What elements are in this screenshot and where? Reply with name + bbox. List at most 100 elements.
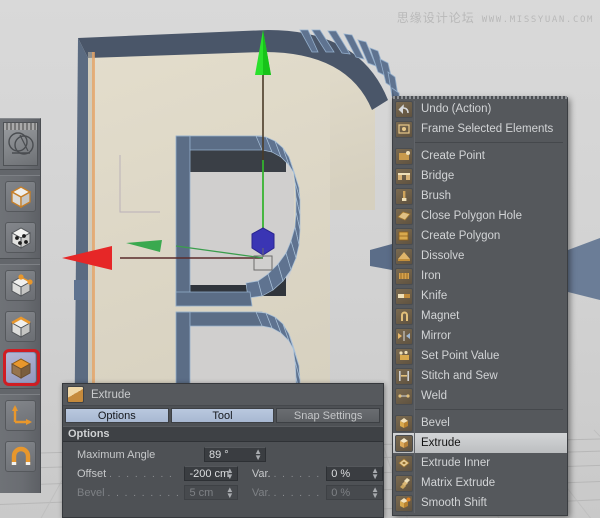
- menu-item-label: Brush: [421, 190, 452, 202]
- bridge-icon: [395, 167, 413, 185]
- palette-item-polygons-mode[interactable]: [0, 347, 41, 388]
- undo-icon: [395, 100, 413, 118]
- palette-item-model-mode[interactable]: [0, 176, 41, 217]
- menu-item-label: Frame Selected Elements: [421, 123, 554, 135]
- cube-orange-icon: [5, 181, 36, 212]
- menu-item-label: Weld: [421, 390, 447, 402]
- menu-item-label: Close Polygon Hole: [421, 210, 523, 222]
- offset-input[interactable]: -200 cm ▲ ▼: [184, 466, 238, 481]
- mode-palette[interactable]: [0, 118, 41, 493]
- smooth-shift-icon: [395, 494, 413, 512]
- palette-separator-2: [0, 258, 40, 265]
- spinner-icon[interactable]: ▲ ▼: [371, 467, 379, 481]
- menu-item-create-point[interactable]: Create Point: [393, 146, 567, 166]
- menu-separator-1: [415, 142, 563, 143]
- menu-item-magnet[interactable]: Magnet: [393, 306, 567, 326]
- menu-item-label: Extrude Inner: [421, 457, 491, 469]
- menu-item-knife[interactable]: Knife: [393, 286, 567, 306]
- menu-item-label: Smooth Shift: [421, 497, 487, 509]
- field-value: -200 cm: [189, 467, 230, 480]
- field-row-offset[interactable]: Offset . . . . . . . . -200 cm ▲ ▼ Var. .…: [63, 464, 383, 483]
- menu-item-set-point-value[interactable]: Set Point Value: [393, 346, 567, 366]
- bevel-icon: [395, 414, 413, 432]
- close-polygon-hole-icon: [395, 207, 413, 225]
- offset-var-label: Var. . . . . . .: [252, 468, 326, 480]
- field-value: 0 %: [331, 486, 351, 499]
- palette-item-axis-mode[interactable]: [0, 395, 41, 436]
- maximum-angle-input[interactable]: 89 ° ▲ ▼: [204, 447, 266, 462]
- menu-item-frame-selected-elements[interactable]: Frame Selected Elements: [393, 119, 567, 139]
- maximum-angle-label: Maximum Angle: [77, 449, 204, 461]
- menu-item-label: Bevel: [421, 417, 450, 429]
- frame-selected-icon: [395, 120, 413, 138]
- cube-edges-icon: [5, 311, 36, 342]
- axis-icon: [5, 400, 36, 431]
- bevel-var-input: 0 % ▲ ▼: [326, 485, 383, 500]
- menu-item-extrude-inner[interactable]: Extrude Inner: [393, 453, 567, 473]
- cinema4d-window: 思缘设计论坛 WWW.MISSYUAN.COM Undo (Action) Fr…: [0, 0, 600, 518]
- spinner-icon[interactable]: ▲ ▼: [254, 448, 262, 462]
- menu-item-label: Stitch and Sew: [421, 370, 498, 382]
- menu-item-bevel[interactable]: Bevel: [393, 413, 567, 433]
- menu-item-label: Extrude: [421, 437, 461, 449]
- field-value: 89 °: [209, 448, 229, 461]
- menu-item-close-polygon-hole[interactable]: Close Polygon Hole: [393, 206, 567, 226]
- palette-item-texture-mode[interactable]: [0, 119, 41, 169]
- menu-item-smooth-shift[interactable]: Smooth Shift: [393, 493, 567, 513]
- palette-item-magnet-mode[interactable]: [0, 436, 41, 477]
- texture-icon: [3, 122, 38, 166]
- menu-item-matrix-extrude[interactable]: Matrix Extrude: [393, 473, 567, 493]
- options-section-header: Options: [63, 426, 383, 442]
- options-body: Maximum Angle 89 ° ▲ ▼ Offset . . . . . .…: [63, 442, 383, 502]
- matrix-extrude-icon: [395, 474, 413, 492]
- mirror-icon: [395, 327, 413, 345]
- menu-item-dissolve[interactable]: Dissolve: [393, 246, 567, 266]
- menu-item-brush[interactable]: Brush: [393, 186, 567, 206]
- cube-polygons-icon: [5, 352, 36, 383]
- menu-item-label: Create Polygon: [421, 230, 501, 242]
- palette-item-points-mode[interactable]: [0, 265, 41, 306]
- menu-item-create-polygon[interactable]: Create Polygon: [393, 226, 567, 246]
- menu-item-iron[interactable]: Iron: [393, 266, 567, 286]
- stitch-and-sew-icon: [395, 367, 413, 385]
- menu-item-weld[interactable]: Weld: [393, 386, 567, 406]
- knife-icon: [395, 287, 413, 305]
- iron-icon: [395, 267, 413, 285]
- bevel-label: Bevel . . . . . . . . .: [77, 487, 184, 499]
- extrude-options-dialog[interactable]: Extrude Options Tool Snap Settings Optio…: [62, 383, 384, 518]
- extrude-icon: [395, 434, 413, 452]
- menu-item-stitch-and-sew[interactable]: Stitch and Sew: [393, 366, 567, 386]
- dialog-tabs[interactable]: Options Tool Snap Settings: [63, 406, 383, 426]
- tab-snap-settings[interactable]: Snap Settings: [276, 408, 381, 423]
- label-dots: . . . . . . . . .: [107, 487, 181, 499]
- menu-item-mirror[interactable]: Mirror: [393, 326, 567, 346]
- spinner-icon: ▲ ▼: [371, 485, 379, 500]
- menu-item-label: Matrix Extrude: [421, 477, 496, 489]
- palette-item-texture-paint-mode[interactable]: [0, 217, 41, 258]
- tab-options[interactable]: Options: [65, 408, 169, 423]
- label-text: Var.: [251, 486, 271, 499]
- menu-item-extrude[interactable]: Extrude: [393, 433, 567, 453]
- watermark-url-text: WWW.MISSYUAN.COM: [481, 15, 594, 25]
- tab-label: Snap Settings: [293, 409, 363, 422]
- field-row-maximum-angle[interactable]: Maximum Angle 89 ° ▲ ▼: [63, 445, 383, 464]
- spinner-icon[interactable]: ▲ ▼: [226, 467, 234, 481]
- watermark: 思缘设计论坛 WWW.MISSYUAN.COM: [397, 9, 594, 26]
- menu-item-bridge[interactable]: Bridge: [393, 166, 567, 186]
- magnet-icon: [395, 307, 413, 325]
- palette-item-edges-mode[interactable]: [0, 306, 41, 347]
- offset-var-input[interactable]: 0 % ▲ ▼: [326, 466, 383, 481]
- menu-item-label: Set Point Value: [421, 350, 500, 362]
- tab-tool[interactable]: Tool: [170, 408, 275, 423]
- menu-item-undo-action[interactable]: Undo (Action): [393, 99, 567, 119]
- create-polygon-icon: [395, 227, 413, 245]
- field-value: 5 cm: [189, 486, 214, 499]
- offset-label: Offset . . . . . . . .: [77, 468, 184, 480]
- menu-item-label: Dissolve: [421, 250, 465, 262]
- brush-icon: [395, 187, 413, 205]
- polygon-context-menu[interactable]: Undo (Action) Frame Selected Elements Cr…: [392, 96, 568, 516]
- label-dots: . . . . . .: [273, 468, 321, 480]
- dissolve-icon: [395, 247, 413, 265]
- palette-separator-1: [0, 169, 40, 176]
- dialog-title-bar: Extrude: [63, 384, 383, 406]
